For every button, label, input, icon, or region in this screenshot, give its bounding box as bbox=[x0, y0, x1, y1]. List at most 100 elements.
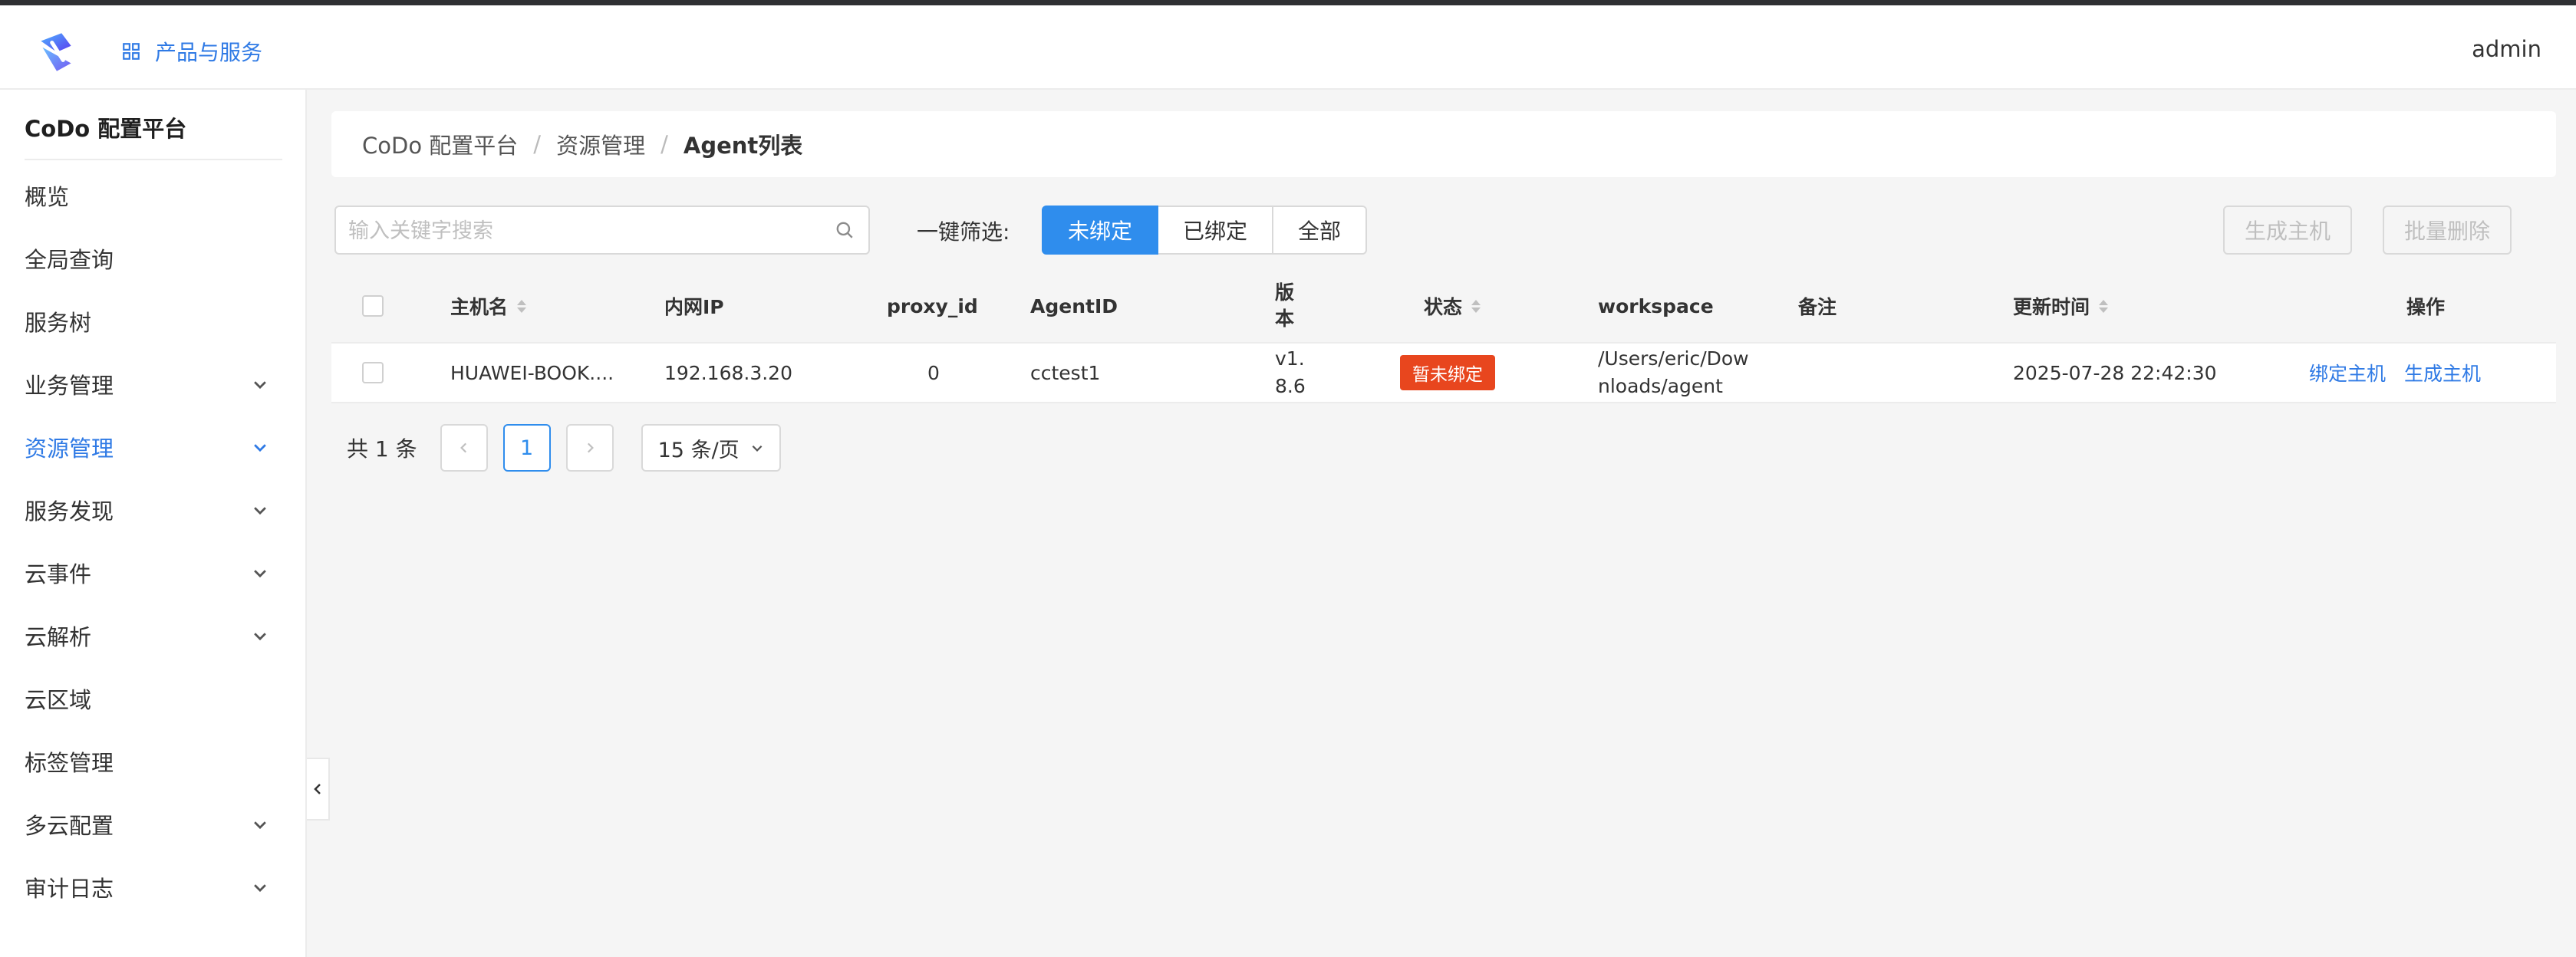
sidebar-brand: CoDo 配置平台 bbox=[25, 116, 187, 142]
breadcrumb-separator: / bbox=[660, 131, 668, 157]
sidebar-item[interactable]: 标签管理 bbox=[0, 730, 305, 793]
filter-bound-button[interactable]: 已绑定 bbox=[1157, 206, 1274, 255]
column-version-line1: 版 bbox=[1275, 281, 1295, 304]
sidebar-item[interactable]: 云事件 bbox=[0, 541, 305, 604]
sidebar-item[interactable]: 云区域 bbox=[0, 667, 305, 730]
cell-workspace-line1: /Users/eric/Dow bbox=[1598, 347, 1749, 370]
row-checkbox[interactable] bbox=[362, 362, 384, 383]
chevron-down-icon bbox=[254, 821, 266, 830]
column-updated[interactable]: 更新时间 bbox=[2013, 270, 2109, 342]
sort-icon[interactable] bbox=[1471, 299, 1481, 313]
codo-logo-icon[interactable] bbox=[33, 28, 81, 76]
sidebar-item[interactable]: 全局查询 bbox=[0, 227, 305, 290]
cell-updated: 2025-07-28 22:42:30 bbox=[2013, 361, 2217, 384]
generate-host-link[interactable]: 生成主机 bbox=[2404, 359, 2481, 386]
breadcrumb-item-resource[interactable]: 资源管理 bbox=[556, 128, 645, 160]
cell-workspace-line2: nloads/agent bbox=[1598, 375, 1723, 397]
pagination: 共 1 条 1 15 条/页 bbox=[347, 424, 781, 472]
breadcrumb-item-home[interactable]: CoDo 配置平台 bbox=[362, 128, 518, 160]
sidebar-item[interactable]: 审计日志 bbox=[0, 856, 305, 919]
sort-icon[interactable] bbox=[2099, 299, 2109, 313]
column-version: 版 本 bbox=[1275, 270, 1294, 342]
chevron-left-icon bbox=[314, 784, 321, 794]
sidebar-item[interactable]: 云解析 bbox=[0, 604, 305, 667]
sidebar-item-label: 标签管理 bbox=[25, 750, 114, 776]
sidebar-item[interactable]: 概览 bbox=[0, 164, 305, 227]
cell-ip: 192.168.3.20 bbox=[664, 361, 792, 384]
breadcrumb-separator: / bbox=[533, 131, 542, 157]
cell-proxy-id: 0 bbox=[927, 361, 940, 384]
column-status[interactable]: 状态 bbox=[1424, 270, 1481, 342]
cell-hostname: HUAWEI-BOOK.... bbox=[450, 361, 614, 384]
grid-icon bbox=[123, 43, 140, 60]
cell-status: 暂未绑定 bbox=[1400, 344, 1495, 402]
sidebar-item-label: 多云配置 bbox=[25, 813, 114, 839]
column-remark: 备注 bbox=[1798, 296, 1837, 318]
sidebar-item[interactable]: 服务树 bbox=[0, 290, 305, 353]
column-ip: 内网IP bbox=[664, 296, 724, 318]
sort-icon[interactable] bbox=[517, 299, 527, 313]
chevron-down-icon bbox=[254, 444, 266, 452]
cell-ops: 绑定主机 生成主机 bbox=[2309, 344, 2481, 402]
products-label: 产品与服务 bbox=[155, 40, 263, 65]
sidebar-item-label: 业务管理 bbox=[25, 373, 114, 399]
sidebar-item-label: 云区域 bbox=[25, 687, 92, 713]
sidebar-item[interactable]: 资源管理 bbox=[0, 416, 305, 479]
sidebar-item-label: 概览 bbox=[25, 184, 70, 210]
page-size-label: 15 条/页 bbox=[657, 438, 740, 462]
chevron-down-icon bbox=[254, 633, 266, 641]
prev-page-button[interactable] bbox=[440, 424, 488, 472]
column-hostname[interactable]: 主机名 bbox=[450, 270, 527, 342]
breadcrumb-item-current: Agent列表 bbox=[683, 133, 803, 159]
table-row: HUAWEI-BOOK.... 192.168.3.20 0 cctest1 v… bbox=[331, 342, 2556, 403]
table-header: 主机名 内网IP proxy_id AgentID 版 本 状态 workspa… bbox=[331, 270, 2556, 342]
breadcrumb: CoDo 配置平台 / 资源管理 / Agent列表 bbox=[331, 111, 2556, 177]
select-all-checkbox[interactable] bbox=[362, 295, 384, 317]
search-icon[interactable] bbox=[835, 220, 855, 240]
column-proxy-id: proxy_id bbox=[887, 294, 978, 317]
chevron-down-icon bbox=[254, 570, 266, 578]
filter-all-button[interactable]: 全部 bbox=[1272, 206, 1368, 255]
generate-host-button[interactable]: 生成主机 bbox=[2223, 206, 2353, 255]
sidebar-item[interactable]: 业务管理 bbox=[0, 353, 305, 416]
sidebar-item[interactable]: 多云配置 bbox=[0, 793, 305, 856]
cell-version-line1: v1. bbox=[1275, 347, 1305, 370]
sidebar-collapse-button[interactable] bbox=[307, 758, 330, 821]
filter-unbound-button[interactable]: 未绑定 bbox=[1042, 206, 1159, 255]
sidebar-item-label: 云事件 bbox=[25, 561, 92, 587]
page-number-button[interactable]: 1 bbox=[502, 424, 551, 472]
sidebar-item[interactable]: 服务发现 bbox=[0, 479, 305, 541]
sidebar: CoDo 配置平台 概览全局查询服务树业务管理资源管理服务发现云事件云解析云区域… bbox=[0, 90, 307, 957]
batch-delete-button[interactable]: 批量删除 bbox=[2383, 206, 2512, 255]
sidebar-item-label: 资源管理 bbox=[25, 436, 114, 462]
bind-host-link[interactable]: 绑定主机 bbox=[2309, 359, 2386, 386]
column-ops: 操作 bbox=[2406, 296, 2445, 318]
page-size-select[interactable]: 15 条/页 bbox=[641, 424, 781, 472]
next-page-button[interactable] bbox=[565, 424, 614, 472]
sidebar-item-label: 审计日志 bbox=[25, 876, 114, 902]
top-bar-line bbox=[0, 0, 2576, 5]
search-input[interactable] bbox=[347, 207, 810, 255]
chevron-right-icon bbox=[587, 442, 594, 453]
sidebar-divider bbox=[25, 159, 282, 160]
sidebar-item-label: 服务树 bbox=[25, 310, 92, 336]
search-box bbox=[334, 206, 870, 255]
filter-segment: 未绑定 已绑定 全部 bbox=[1042, 206, 1368, 255]
top-header: 产品与服务 admin bbox=[0, 5, 2576, 90]
chevron-down-icon bbox=[254, 884, 266, 893]
column-hostname-label: 主机名 bbox=[450, 296, 509, 318]
products-menu[interactable]: 产品与服务 bbox=[121, 33, 262, 70]
sidebar-item-label: 云解析 bbox=[25, 624, 92, 650]
cell-agent-id: cctest1 bbox=[1030, 361, 1101, 384]
user-menu[interactable]: admin bbox=[2472, 36, 2541, 62]
select-all-cell bbox=[362, 270, 384, 342]
chevron-left-icon bbox=[460, 442, 466, 453]
column-version-line2: 本 bbox=[1275, 307, 1295, 330]
column-status-label: 状态 bbox=[1424, 296, 1463, 318]
cell-version-line2: 8.6 bbox=[1275, 375, 1306, 397]
chevron-down-icon bbox=[752, 445, 763, 452]
column-agent-id: AgentID bbox=[1030, 294, 1118, 317]
cell-version: v1. 8.6 bbox=[1275, 344, 1306, 402]
row-select-cell bbox=[362, 344, 384, 402]
chevron-down-icon bbox=[254, 507, 266, 515]
